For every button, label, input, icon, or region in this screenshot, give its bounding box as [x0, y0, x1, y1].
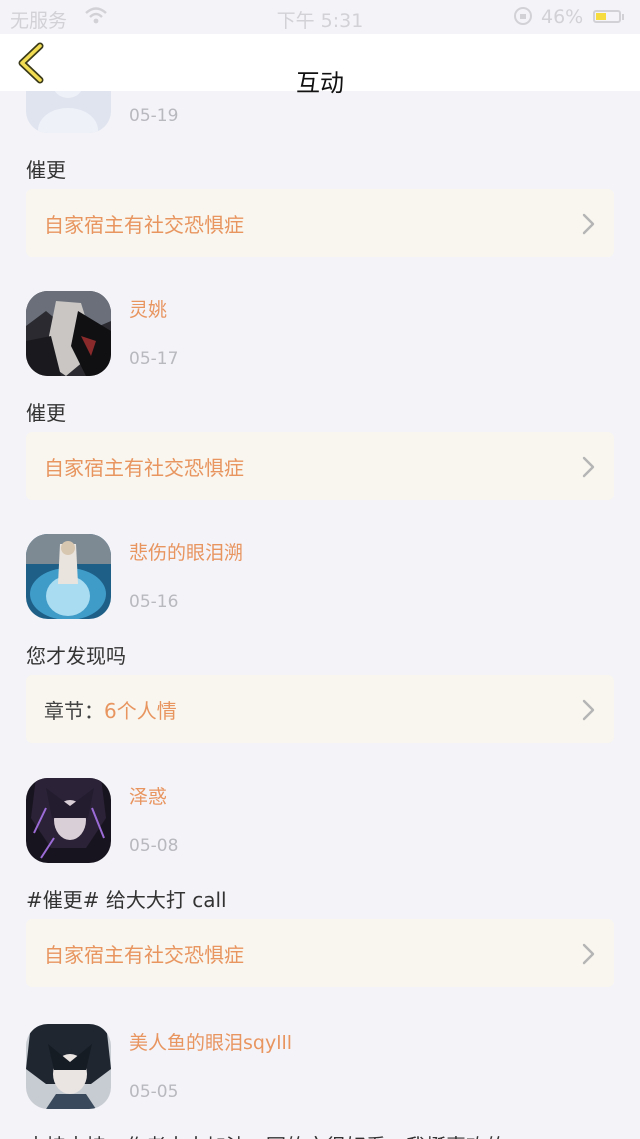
battery-percent: 46%: [541, 6, 584, 28]
comment-text: 支持支持，作者大大加油，写的文很好看，我挺喜欢的: [26, 1130, 506, 1139]
avatar[interactable]: [26, 778, 111, 863]
comment-date: 05-17: [129, 349, 179, 369]
user-name[interactable]: 美人鱼的眼泪sqylll: [129, 1028, 292, 1055]
chevron-right-icon: [582, 456, 595, 478]
comment-date: 05-08: [129, 836, 179, 856]
user-name[interactable]: 灵姚: [129, 295, 167, 322]
chapter-link-card[interactable]: 章节：6个人情: [26, 675, 614, 743]
comment-text: #催更# 给大大打 call: [26, 888, 227, 912]
comment-text: 您才发现吗: [26, 644, 126, 668]
chapter-link-label: 章节：6个人情: [44, 699, 177, 723]
book-link-card[interactable]: 自家宿主有社交恐惧症: [26, 919, 614, 987]
user-avatar-image: [26, 534, 111, 619]
chevron-right-icon: [582, 699, 595, 721]
avatar[interactable]: [26, 1024, 111, 1109]
comment-date: 05-05: [129, 1082, 179, 1102]
nav-bar: 互动: [0, 34, 640, 97]
user-avatar-image: [26, 778, 111, 863]
book-link-label: 自家宿主有社交恐惧症: [44, 943, 244, 967]
status-bar: 无服务 下午 5:31 46%: [0, 0, 640, 34]
user-name[interactable]: 悲伤的眼泪溯: [129, 538, 243, 565]
book-link-label: 自家宿主有社交恐惧症: [44, 213, 244, 237]
avatar[interactable]: [26, 291, 111, 376]
chevron-right-icon: [582, 943, 595, 965]
page-title: 互动: [296, 69, 344, 97]
book-link-card[interactable]: 自家宿主有社交恐惧症: [26, 189, 614, 257]
avatar[interactable]: [26, 534, 111, 619]
user-name[interactable]: 泽惑: [129, 782, 167, 809]
book-link-card[interactable]: 自家宿主有社交恐惧症: [26, 432, 614, 500]
chevron-right-icon: [582, 213, 595, 235]
comment-text: 催更: [26, 401, 66, 425]
book-link-label: 自家宿主有社交恐惧症: [44, 456, 244, 480]
rotation-lock-icon: [514, 7, 532, 25]
battery-icon: [593, 10, 624, 23]
comment-date: 05-19: [129, 106, 179, 126]
comment-date: 05-16: [129, 592, 179, 612]
user-avatar-image: [26, 291, 111, 376]
comment-text: 催更: [26, 158, 66, 182]
user-avatar-image: [26, 1024, 111, 1109]
